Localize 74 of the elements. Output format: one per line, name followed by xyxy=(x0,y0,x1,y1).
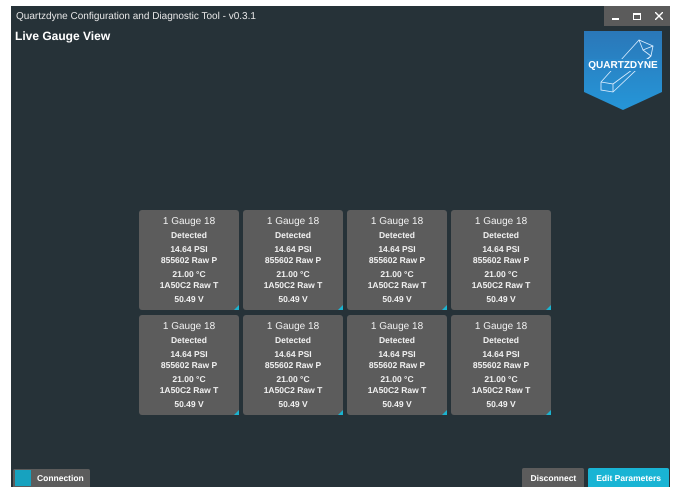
page-title: Live Gauge View xyxy=(14,28,112,43)
disconnect-button[interactable]: Disconnect xyxy=(522,468,584,487)
voltage-reading: 50.49 V xyxy=(278,294,308,305)
temperature-reading: 21.00 °C xyxy=(276,374,310,385)
raw-pressure: 855602 Raw P xyxy=(472,360,530,371)
voltage-reading: 50.49 V xyxy=(486,399,516,410)
temperature-reading: 21.00 °C xyxy=(484,374,518,385)
gauge-name: 1 Gauge 18 xyxy=(474,321,528,332)
temperature-reading: 21.00 °C xyxy=(172,269,206,280)
status-square-icon xyxy=(15,470,31,486)
gauge-name: 1 Gauge 18 xyxy=(162,321,216,332)
voltage-reading: 50.49 V xyxy=(174,294,204,305)
raw-temperature: 1A50C2 Raw T xyxy=(264,385,322,396)
pressure-reading: 14.64 PSI xyxy=(274,349,312,360)
pressure-reading: 14.64 PSI xyxy=(378,244,416,255)
raw-pressure: 855602 Raw P xyxy=(472,255,530,266)
logo-badge: QUARTZDYNE xyxy=(583,30,663,110)
pressure-reading: 14.64 PSI xyxy=(170,244,208,255)
temperature-reading: 21.00 °C xyxy=(380,269,414,280)
temperature-reading: 21.00 °C xyxy=(276,269,310,280)
window-title: Quartzdyne Configuration and Diagnostic Tool - v0.3.1 xyxy=(15,10,256,22)
voltage-reading: 50.49 V xyxy=(278,399,308,410)
pressure-reading: 14.64 PSI xyxy=(170,349,208,360)
gauge-name: 1 Gauge 18 xyxy=(474,216,528,227)
gauge-status: Detected xyxy=(275,335,311,346)
gauge-name: 1 Gauge 18 xyxy=(266,216,320,227)
gauge-name: 1 Gauge 18 xyxy=(162,216,216,227)
raw-pressure: 855602 Raw P xyxy=(368,255,426,266)
raw-pressure: 855602 Raw P xyxy=(264,360,322,371)
voltage-reading: 50.49 V xyxy=(174,399,204,410)
gauge-card[interactable]: 1 Gauge 18 Detected 14.64 PSI 855602 Raw P 21.00 °C 1A50C2 Raw T 50.49 V xyxy=(451,315,551,415)
gauge-status: Detected xyxy=(483,335,519,346)
gauge-card[interactable]: 1 Gauge 18 Detected 14.64 PSI 855602 Raw P 21.00 °C 1A50C2 Raw T 50.49 V xyxy=(347,210,447,310)
temperature-reading: 21.00 °C xyxy=(380,374,414,385)
gauge-status: Detected xyxy=(171,335,207,346)
raw-pressure: 855602 Raw P xyxy=(160,360,218,371)
raw-temperature: 1A50C2 Raw T xyxy=(160,385,218,396)
gauge-card[interactable]: 1 Gauge 18 Detected 14.64 PSI 855602 Raw P 21.00 °C 1A50C2 Raw T 50.49 V xyxy=(243,315,343,415)
pressure-reading: 14.64 PSI xyxy=(482,244,520,255)
gauge-status: Detected xyxy=(275,230,311,241)
connection-button[interactable]: Connection xyxy=(13,469,90,487)
voltage-reading: 50.49 V xyxy=(382,399,412,410)
raw-pressure: 855602 Raw P xyxy=(368,360,426,371)
pressure-reading: 14.64 PSI xyxy=(378,349,416,360)
gauge-name: 1 Gauge 18 xyxy=(266,321,320,332)
gauge-status: Detected xyxy=(379,335,415,346)
gauge-status: Detected xyxy=(483,230,519,241)
raw-temperature: 1A50C2 Raw T xyxy=(160,280,218,291)
maximize-icon xyxy=(633,12,641,20)
close-icon xyxy=(655,12,663,20)
gauge-name: 1 Gauge 18 xyxy=(370,216,424,227)
gauge-status: Detected xyxy=(171,230,207,241)
raw-pressure: 855602 Raw P xyxy=(160,255,218,266)
raw-temperature: 1A50C2 Raw T xyxy=(264,280,322,291)
pressure-reading: 14.64 PSI xyxy=(274,244,312,255)
gauge-card[interactable]: 1 Gauge 18 Detected 14.64 PSI 855602 Raw P 21.00 °C 1A50C2 Raw T 50.49 V xyxy=(139,315,239,415)
pressure-reading: 14.64 PSI xyxy=(482,349,520,360)
temperature-reading: 21.00 °C xyxy=(172,374,206,385)
raw-temperature: 1A50C2 Raw T xyxy=(368,280,426,291)
voltage-reading: 50.49 V xyxy=(486,294,516,305)
gauge-card[interactable]: 1 Gauge 18 Detected 14.64 PSI 855602 Raw P 21.00 °C 1A50C2 Raw T 50.49 V xyxy=(139,210,239,310)
voltage-reading: 50.49 V xyxy=(382,294,412,305)
gauge-card[interactable]: 1 Gauge 18 Detected 14.64 PSI 855602 Raw P 21.00 °C 1A50C2 Raw T 50.49 V xyxy=(347,315,447,415)
gauge-status: Detected xyxy=(379,230,415,241)
raw-temperature: 1A50C2 Raw T xyxy=(472,280,530,291)
gauge-name: 1 Gauge 18 xyxy=(370,321,424,332)
corner-marker xyxy=(546,305,551,310)
raw-pressure: 855602 Raw P xyxy=(264,255,322,266)
gauge-card[interactable]: 1 Gauge 18 Detected 14.64 PSI 855602 Raw P 21.00 °C 1A50C2 Raw T 50.49 V xyxy=(243,210,343,310)
temperature-reading: 21.00 °C xyxy=(484,269,518,280)
raw-temperature: 1A50C2 Raw T xyxy=(472,385,530,396)
raw-temperature: 1A50C2 Raw T xyxy=(368,385,426,396)
gauge-card[interactable]: 1 Gauge 18 Detected 14.64 PSI 855602 Raw P 21.00 °C 1A50C2 Raw T 50.49 V xyxy=(451,210,551,310)
corner-marker xyxy=(546,410,551,415)
